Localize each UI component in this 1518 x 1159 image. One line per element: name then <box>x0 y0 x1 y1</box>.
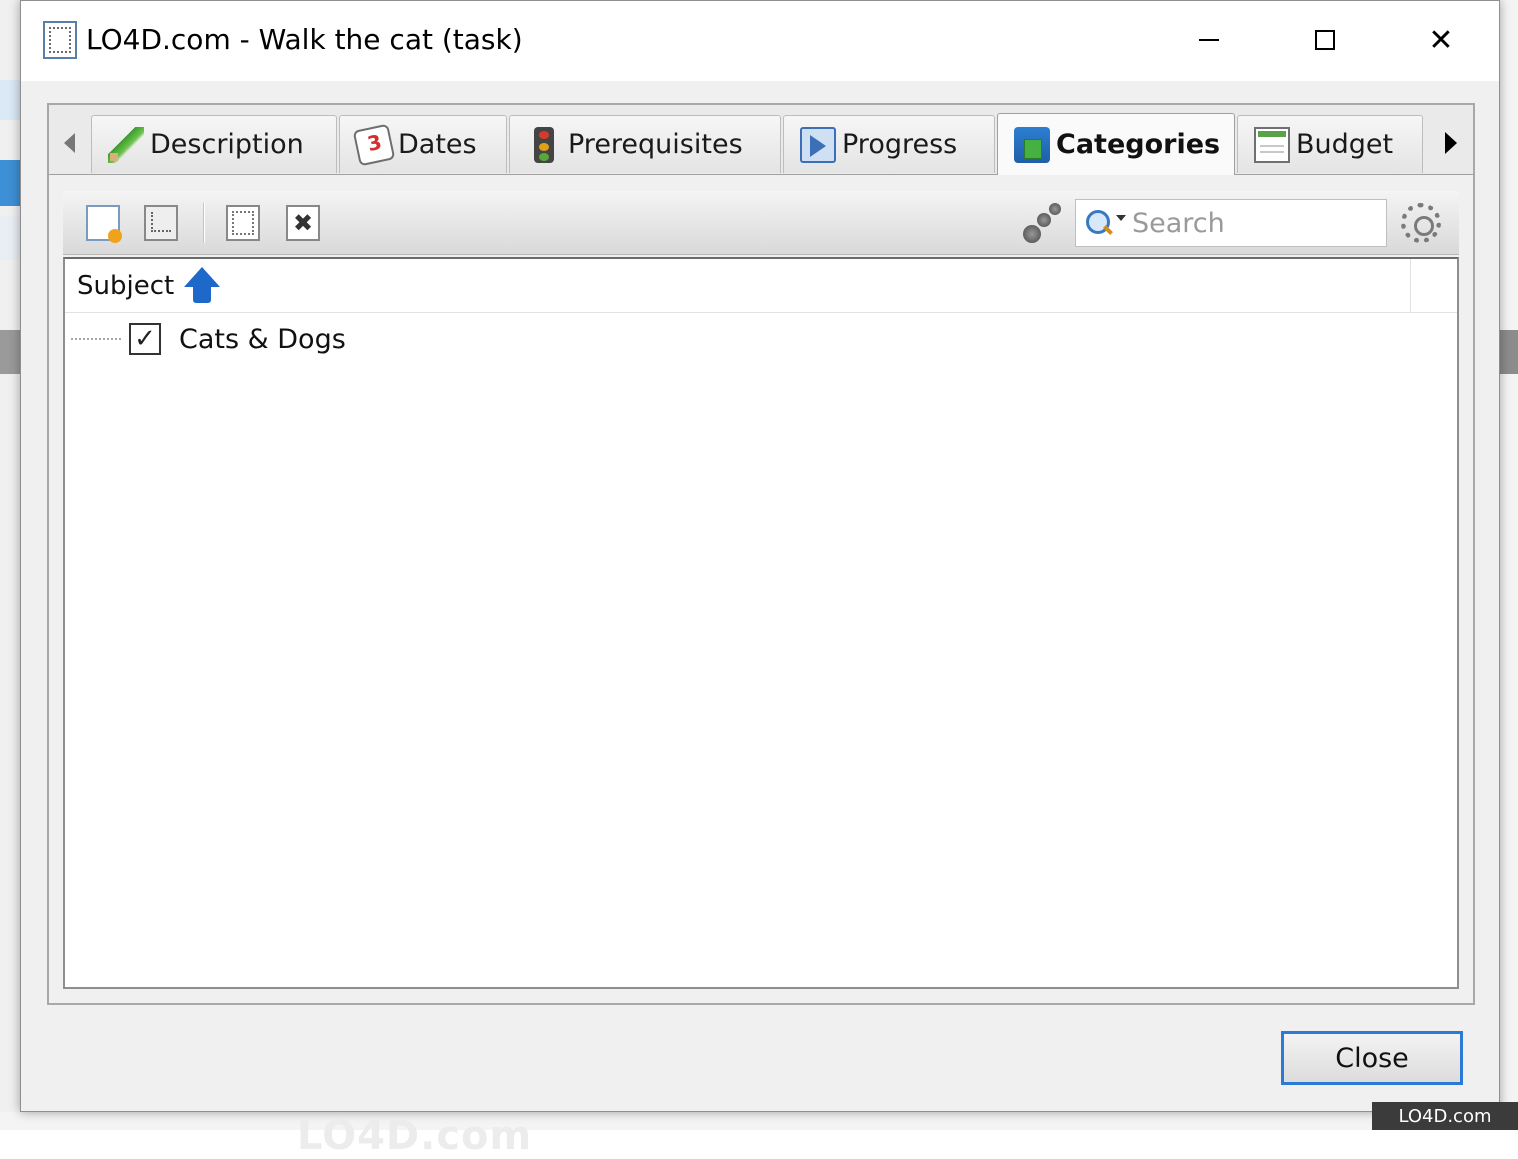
tab-description[interactable]: Description <box>91 115 337 173</box>
filter-options-button[interactable] <box>1021 203 1065 247</box>
tab-strip: Description Dates Prerequisites Progress… <box>49 105 1473 175</box>
gear-icon[interactable] <box>1401 203 1441 243</box>
task-dialog: LO4D.com - Walk the cat (task) ✕ Descrip… <box>20 0 1500 1159</box>
tab-label: Prerequisites <box>568 129 743 160</box>
tab-budget[interactable]: Budget <box>1237 115 1423 173</box>
tab-label: Dates <box>398 129 477 160</box>
new-category-button[interactable] <box>83 203 123 243</box>
new-subcategory-button[interactable] <box>141 203 181 243</box>
maximize-icon <box>1315 30 1335 50</box>
tab-label: Categories <box>1056 129 1221 160</box>
corner-watermark: LO4D.com <box>1372 1102 1518 1130</box>
close-button[interactable]: Close <box>1281 1031 1463 1085</box>
tree-header: Subject <box>65 259 1457 313</box>
background-app-left-edge <box>0 0 20 1130</box>
tree-row[interactable]: ✓ Cats & Dogs <box>65 317 1457 361</box>
column-header-label: Subject <box>77 271 175 301</box>
pencil-icon <box>108 126 144 163</box>
title-bar[interactable]: LO4D.com - Walk the cat (task) ✕ <box>21 1 1499 81</box>
search-box[interactable] <box>1075 199 1387 247</box>
calendar-icon <box>352 123 396 166</box>
new-subitem-icon <box>144 205 178 241</box>
new-item-icon <box>86 205 122 243</box>
column-header-subject[interactable]: Subject <box>65 259 1411 313</box>
toolbar-separator <box>203 203 205 243</box>
categories-icon <box>1014 126 1050 163</box>
category-checkbox[interactable]: ✓ <box>129 323 161 355</box>
tab-label: Budget <box>1296 129 1394 160</box>
tab-progress[interactable]: Progress <box>783 115 995 173</box>
minimize-icon <box>1199 39 1219 41</box>
checkmark-icon: ✓ <box>134 324 156 354</box>
arrow-right-icon <box>1445 132 1457 154</box>
app-icon <box>43 21 77 59</box>
sort-ascending-icon <box>182 267 222 305</box>
background-app-right-edge <box>1500 0 1518 1130</box>
watermark-text: LO4D.com <box>297 1113 533 1159</box>
progress-arrow-icon <box>800 126 836 163</box>
window-title: LO4D.com - Walk the cat (task) <box>86 23 523 56</box>
tab-prerequisites[interactable]: Prerequisites <box>509 115 781 173</box>
minimize-button[interactable] <box>1151 1 1267 79</box>
close-icon: ✕ <box>1428 22 1454 58</box>
categories-toolbar: ✖ <box>63 191 1459 255</box>
close-window-button[interactable]: ✕ <box>1383 1 1499 79</box>
category-tree[interactable]: Subject ✓ Cats & Dogs LO4D.com <box>63 257 1459 1159</box>
tab-scroll-right-button[interactable] <box>1431 121 1471 165</box>
delete-icon: ✖ <box>286 205 320 241</box>
tab-scroll-left-button[interactable] <box>49 121 89 165</box>
search-icon[interactable] <box>1084 208 1114 238</box>
maximize-button[interactable] <box>1267 1 1383 79</box>
edit-category-button[interactable] <box>223 203 263 243</box>
traffic-light-icon <box>534 126 554 163</box>
tab-control: Description Dates Prerequisites Progress… <box>47 103 1475 1159</box>
tree-connector <box>71 338 121 340</box>
tab-label: Progress <box>842 129 958 160</box>
chevron-down-icon[interactable] <box>1116 215 1126 221</box>
background-app-bottom-edge <box>0 1112 1518 1130</box>
tab-categories[interactable]: Categories <box>997 113 1235 175</box>
edit-icon <box>226 205 260 241</box>
tab-dates[interactable]: Dates <box>339 115 507 173</box>
category-label: Cats & Dogs <box>179 323 346 355</box>
search-input[interactable] <box>1132 207 1372 239</box>
spreadsheet-icon <box>1254 126 1290 163</box>
delete-category-button[interactable]: ✖ <box>283 203 323 243</box>
tab-label: Description <box>150 129 304 160</box>
arrow-left-icon <box>63 133 75 153</box>
